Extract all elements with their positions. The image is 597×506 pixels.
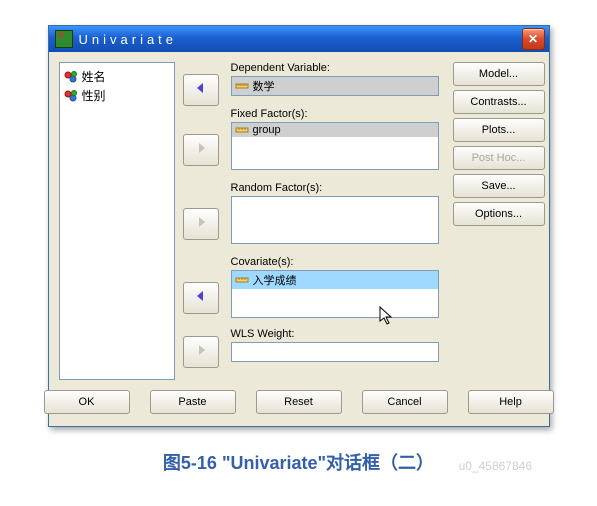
help-button[interactable]: Help <box>468 390 554 414</box>
move-to-wls-button[interactable] <box>183 336 219 368</box>
titlebar[interactable]: Univariate ✕ <box>49 26 549 52</box>
variable-item[interactable]: 入学成绩 <box>232 271 438 289</box>
fixed-box[interactable]: group <box>231 122 439 170</box>
ok-button[interactable]: OK <box>44 390 130 414</box>
arrow-left-icon <box>193 81 209 100</box>
variable-item[interactable]: group <box>232 123 438 137</box>
univariate-dialog: Univariate ✕ 姓名 性别 <box>48 25 550 427</box>
save-button[interactable]: Save... <box>453 174 545 198</box>
dependent-label: Dependent Variable: <box>231 62 439 74</box>
arrow-right-icon <box>193 141 209 160</box>
paste-button[interactable]: Paste <box>150 390 236 414</box>
move-to-dependent-button[interactable] <box>183 74 219 106</box>
list-item-label: 姓名 <box>82 68 106 85</box>
move-to-random-button[interactable] <box>183 208 219 240</box>
fixed-label: Fixed Factor(s): <box>231 108 439 120</box>
ruler-icon <box>235 124 249 136</box>
dialog-content: 姓名 性别 <box>49 52 549 426</box>
move-to-fixed-button[interactable] <box>183 134 219 166</box>
options-button[interactable]: Options... <box>453 202 545 226</box>
posthoc-button[interactable]: Post Hoc... <box>453 146 545 170</box>
list-item[interactable]: 姓名 <box>62 67 172 86</box>
title-text: Univariate <box>79 32 178 47</box>
right-buttons-column: Model... Contrasts... Plots... Post Hoc.… <box>447 62 539 380</box>
random-label: Random Factor(s): <box>231 182 439 194</box>
move-to-covariate-button[interactable] <box>183 282 219 314</box>
app-icon <box>55 30 73 48</box>
wls-label: WLS Weight: <box>231 328 439 340</box>
list-item[interactable]: 性别 <box>62 86 172 105</box>
close-icon[interactable]: ✕ <box>522 28 545 50</box>
variable-label: 入学成绩 <box>253 272 297 288</box>
variable-item[interactable]: 数学 <box>232 77 438 95</box>
arrow-right-icon <box>193 215 209 234</box>
contrasts-button[interactable]: Contrasts... <box>453 90 545 114</box>
cancel-button[interactable]: Cancel <box>362 390 448 414</box>
list-item-label: 性别 <box>82 87 106 104</box>
wls-box[interactable] <box>231 342 439 362</box>
covariate-label: Covariate(s): <box>231 256 439 268</box>
dependent-box[interactable]: 数学 <box>231 76 439 96</box>
variable-label: 数学 <box>253 78 275 94</box>
source-variable-list[interactable]: 姓名 性别 <box>59 62 175 380</box>
plots-button[interactable]: Plots... <box>453 118 545 142</box>
fields-column: Dependent Variable: 数学 Fixed Factor(s): … <box>231 62 439 380</box>
reset-button[interactable]: Reset <box>256 390 342 414</box>
nominal-icon <box>64 89 78 103</box>
nominal-icon <box>64 70 78 84</box>
arrow-left-icon <box>193 289 209 308</box>
arrow-right-icon <box>193 343 209 362</box>
ruler-icon <box>235 80 249 92</box>
random-box[interactable] <box>231 196 439 244</box>
variable-label: group <box>253 124 281 136</box>
arrow-column <box>183 62 223 380</box>
covariate-box[interactable]: 入学成绩 <box>231 270 439 318</box>
ruler-icon <box>235 274 249 286</box>
model-button[interactable]: Model... <box>453 62 545 86</box>
bottom-buttons: OK Paste Reset Cancel Help <box>59 390 539 414</box>
